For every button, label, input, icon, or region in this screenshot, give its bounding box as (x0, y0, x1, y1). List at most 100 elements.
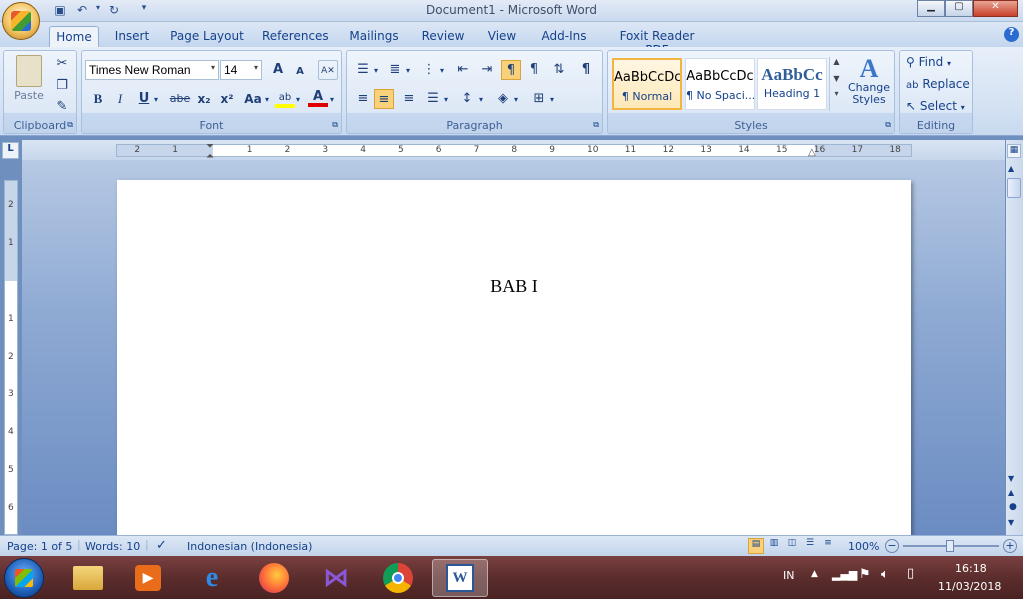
line-spacing-dropdown-icon[interactable]: ▾ (479, 95, 483, 104)
network-icon[interactable]: ▂▄▆ (832, 568, 857, 581)
increase-indent-icon[interactable]: ⇥ (477, 60, 497, 80)
tab-insert[interactable]: Insert (112, 26, 152, 47)
style-no-spacing[interactable]: AaBbCcDc ¶ No Spaci... (685, 58, 755, 110)
font-color-dropdown-icon[interactable]: ▾ (330, 95, 334, 104)
underline-button[interactable]: U (134, 89, 154, 109)
draft-view-icon[interactable]: ≡ (820, 538, 836, 554)
language-indicator[interactable]: Indonesian (Indonesia) (187, 540, 312, 553)
change-case-dropdown-icon[interactable]: ▾ (265, 95, 269, 104)
previous-page-icon[interactable]: ▲ (1008, 488, 1014, 497)
style-normal[interactable]: AaBbCcDc ¶ Normal (612, 58, 682, 110)
tab-page-layout[interactable]: Page Layout (170, 26, 244, 47)
document-page[interactable]: BAB I (117, 180, 911, 540)
bold-button[interactable]: B (88, 89, 108, 109)
scroll-down-icon[interactable]: ▼ (1008, 474, 1014, 483)
cut-icon[interactable]: ✂ (52, 54, 72, 74)
tab-foxit-reader-pdf[interactable]: Foxit Reader PDF (609, 26, 705, 57)
select-browse-object-icon[interactable]: ● (1009, 502, 1017, 512)
proofing-icon[interactable]: ✓ (156, 538, 167, 553)
print-layout-view-icon[interactable]: ▤ (748, 538, 764, 554)
taskbar-word[interactable]: W (432, 559, 488, 597)
full-screen-reading-view-icon[interactable]: ▥ (766, 538, 782, 554)
align-center-icon[interactable]: ≡ (374, 89, 394, 109)
clear-formatting-icon[interactable]: A✕ (318, 60, 338, 80)
zoom-slider-thumb[interactable] (946, 540, 954, 552)
word-count[interactable]: Words: 10 (85, 540, 140, 553)
horizontal-ruler[interactable]: 2 1 1 2 3 4 5 6 7 8 9 10 11 12 13 14 15 16 17 18 (116, 144, 912, 157)
grow-font-button[interactable]: A (268, 60, 288, 80)
zoom-level[interactable]: 100% (848, 540, 879, 553)
copy-icon[interactable]: ❐ (52, 76, 72, 96)
tab-selector-icon[interactable]: L (2, 142, 19, 159)
justify-icon[interactable]: ☰ (423, 89, 443, 109)
font-dialog-launcher-icon[interactable]: ⧉ (332, 120, 338, 130)
rtl-paragraph-icon[interactable]: ¶ (524, 60, 544, 80)
taskbar-media-player[interactable]: ▶ (124, 559, 172, 597)
right-indent-marker[interactable]: △ (808, 147, 816, 158)
show-formatting-marks-icon[interactable]: ¶ (576, 60, 596, 80)
close-button[interactable]: ✕ (973, 0, 1018, 17)
clock-time[interactable]: 16:18 (955, 562, 987, 575)
font-color-button[interactable]: A (308, 87, 328, 107)
justify-dropdown-icon[interactable]: ▾ (444, 95, 448, 104)
scroll-thumb[interactable] (1007, 178, 1021, 198)
more-styles-icon[interactable]: ▾ (830, 89, 843, 98)
replace-button[interactable]: ab Replace (906, 77, 972, 91)
redo-icon[interactable]: ↻ (106, 3, 122, 19)
maximize-button[interactable]: ▢ (945, 0, 973, 17)
style-heading-1[interactable]: AaBbCc Heading 1 (757, 58, 827, 110)
borders-dropdown-icon[interactable]: ▾ (550, 95, 554, 104)
web-layout-view-icon[interactable]: ◫ (784, 538, 800, 554)
taskbar-visual-studio[interactable]: ⋈ (312, 559, 360, 597)
decrease-indent-icon[interactable]: ⇤ (453, 60, 473, 80)
align-left-icon[interactable]: ≡ (353, 89, 373, 109)
change-case-button[interactable]: Aa (242, 89, 264, 109)
taskbar-internet-explorer[interactable]: e (188, 559, 236, 597)
italic-button[interactable]: I (110, 89, 130, 109)
tab-view[interactable]: View (484, 26, 520, 47)
taskbar-firefox[interactable] (250, 559, 298, 597)
customize-qat-icon[interactable]: ▾ (136, 3, 152, 19)
borders-icon[interactable]: ⊞ (529, 89, 549, 109)
clipboard-dialog-launcher-icon[interactable]: ⧉ (67, 120, 73, 130)
office-button[interactable] (2, 2, 40, 40)
tab-references[interactable]: References (262, 26, 329, 47)
font-family-select[interactable]: Times New Roman ▾ (85, 60, 219, 80)
format-painter-icon[interactable]: ✎ (52, 97, 72, 117)
scroll-down-icon[interactable]: ▼ (830, 74, 843, 83)
scroll-up-icon[interactable]: ▲ (830, 57, 843, 66)
bullets-dropdown-icon[interactable]: ▾ (374, 66, 378, 75)
scroll-up-icon[interactable]: ▲ (1008, 164, 1014, 173)
tab-review[interactable]: Review (420, 26, 466, 47)
multilevel-dropdown-icon[interactable]: ▾ (440, 66, 444, 75)
line-spacing-icon[interactable]: ↕ (457, 89, 477, 109)
paste-button[interactable]: Paste (12, 55, 46, 109)
shading-icon[interactable]: ◈ (493, 89, 513, 109)
vertical-ruler[interactable]: 2 1 1 2 3 4 5 6 (4, 180, 18, 535)
undo-icon[interactable]: ↶ (74, 3, 90, 19)
styles-scroll[interactable]: ▲ ▼ ▾ (829, 57, 843, 111)
taskbar-chrome[interactable] (374, 559, 422, 597)
tab-add-ins[interactable]: Add-Ins (540, 26, 588, 47)
show-hidden-icons-icon[interactable]: ▲ (811, 569, 818, 579)
action-center-icon[interactable]: ⚑ (859, 567, 871, 582)
tab-mailings[interactable]: Mailings (347, 26, 401, 47)
start-button[interactable] (4, 558, 44, 598)
styles-dialog-launcher-icon[interactable]: ⧉ (885, 120, 891, 130)
numbering-icon[interactable]: ≣ (385, 60, 405, 80)
bullets-icon[interactable]: ☰ (353, 60, 373, 80)
select-button[interactable]: ↖ Select ▾ (906, 99, 972, 113)
view-ruler-icon[interactable]: ▦ (1007, 144, 1021, 158)
underline-dropdown-icon[interactable]: ▾ (154, 95, 158, 104)
find-button[interactable]: ⚲ Find ▾ (906, 55, 972, 69)
font-size-select[interactable]: 14 ▾ (220, 60, 262, 80)
shading-dropdown-icon[interactable]: ▾ (514, 95, 518, 104)
undo-dropdown-icon[interactable]: ▾ (90, 3, 106, 19)
clock-date[interactable]: 11/03/2018 (938, 580, 1001, 593)
change-styles-button[interactable]: A Change Styles (846, 54, 892, 118)
tab-home[interactable]: Home (49, 26, 99, 47)
subscript-button[interactable]: x₂ (194, 89, 214, 109)
document-heading[interactable]: BAB I (117, 276, 911, 297)
vertical-scrollbar[interactable]: ▦ ▲ ▼ ▲ ● ▼ (1006, 140, 1023, 535)
taskbar-file-explorer[interactable] (64, 559, 112, 597)
